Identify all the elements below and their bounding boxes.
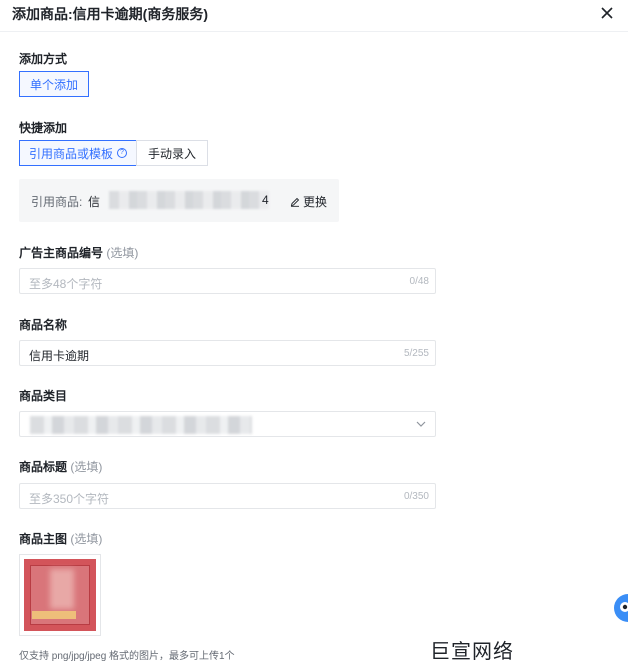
watermark-text: 巨宣网络	[430, 641, 514, 663]
main-image-thumbnail[interactable]	[19, 554, 101, 636]
change-label: 更换	[303, 195, 328, 209]
product-title-label-text: 商品标题	[19, 460, 68, 474]
product-name-counter: 5/255	[403, 348, 429, 359]
product-name-input[interactable]: 信用卡逾期 5/255	[19, 340, 436, 366]
tab-manual-label: 手动录入	[147, 146, 196, 161]
edit-icon	[290, 197, 300, 207]
reference-label: 引用商品:	[31, 195, 83, 209]
dialog-header: 添加商品:信用卡逾期(商务服务)	[0, 0, 628, 32]
reference-value-suffix: 4	[262, 193, 269, 207]
single-add-label: 单个添加	[29, 77, 78, 92]
product-title-input[interactable]: 至多350个字符 0/350	[19, 483, 436, 509]
redacted-mask	[50, 569, 74, 609]
product-name-value: 信用卡逾期	[29, 349, 90, 363]
category-label: 商品类目	[19, 389, 68, 403]
main-image-label-text: 商品主图	[19, 532, 68, 546]
main-image-label: 商品主图 (选填)	[19, 530, 102, 547]
reference-value-prefix: 信	[88, 195, 101, 209]
advertiser-code-label: 广告主商品编号 (选填)	[19, 244, 138, 261]
chevron-down-icon	[416, 421, 426, 427]
product-title-optional: (选填)	[70, 460, 103, 474]
reference-product-box: 引用商品: 信 4 更换	[19, 179, 339, 222]
tab-reference-label: 引用商品或模板	[28, 146, 113, 161]
advertiser-code-optional: (选填)	[106, 246, 139, 260]
assistant-bot-icon[interactable]	[612, 588, 628, 628]
quick-add-label: 快捷添加	[19, 121, 68, 135]
help-icon[interactable]: ?	[117, 148, 127, 158]
product-name-label: 商品名称	[19, 318, 68, 332]
advertiser-code-input[interactable]: 至多48个字符 0/48	[19, 268, 436, 294]
redacted-mask	[30, 416, 252, 434]
advertiser-code-label-text: 广告主商品编号	[19, 246, 104, 260]
tab-reference-product[interactable]: 引用商品或模板 ?	[19, 140, 137, 166]
single-add-button[interactable]: 单个添加	[19, 71, 89, 97]
tab-manual-entry[interactable]: 手动录入	[136, 140, 208, 166]
product-title-counter: 0/350	[403, 491, 429, 502]
image-upload-hint: 仅支持 png/jpg/jpeg 格式的图片，最多可上传1个	[19, 651, 235, 662]
category-select[interactable]	[19, 411, 436, 437]
advertiser-code-counter: 0/48	[409, 276, 429, 287]
change-button[interactable]: 更换	[290, 193, 327, 210]
close-icon[interactable]	[596, 2, 618, 24]
thumbnail-banner	[32, 611, 76, 619]
main-image-optional: (选填)	[70, 532, 103, 546]
redacted-mask	[109, 191, 269, 209]
add-method-label: 添加方式	[19, 52, 68, 66]
product-title-label: 商品标题 (选填)	[19, 458, 102, 475]
advertiser-code-placeholder: 至多48个字符	[29, 277, 103, 291]
product-title-placeholder: 至多350个字符	[29, 492, 110, 506]
dialog-title: 添加商品:信用卡逾期(商务服务)	[12, 6, 208, 22]
